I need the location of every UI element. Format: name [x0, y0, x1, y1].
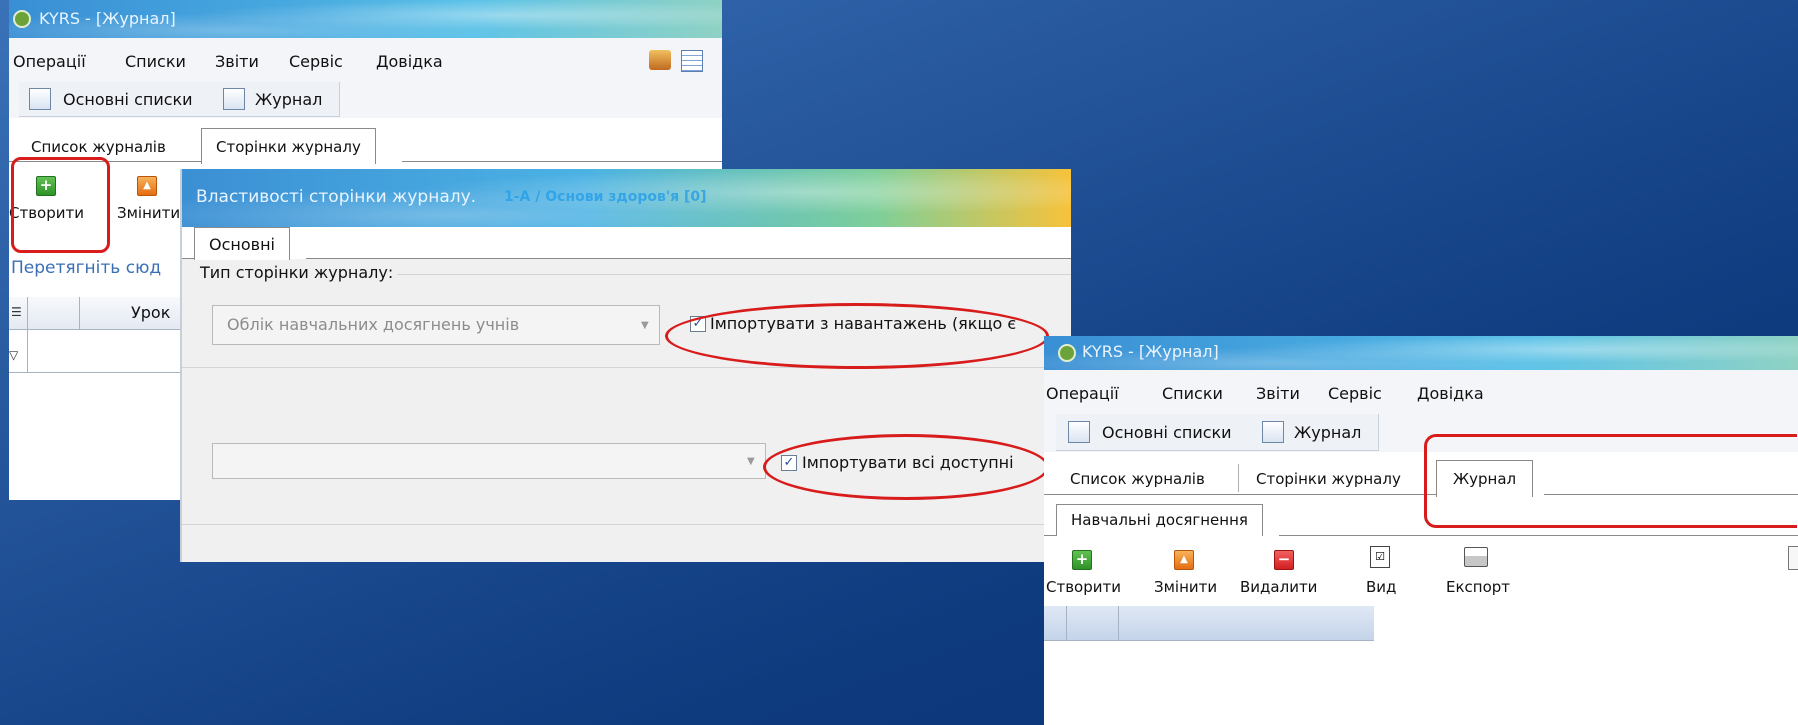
- grid-area-2: [1044, 606, 1798, 725]
- menu2-reports[interactable]: Звіти: [1256, 384, 1300, 403]
- dialog-tab-line-right: [306, 258, 1071, 259]
- dialog-title: Властивості сторінки журналу.: [196, 187, 477, 207]
- tab-journal-list[interactable]: Список журналів: [31, 138, 166, 156]
- highlight-create-button: [11, 157, 110, 253]
- tab-journal-pages[interactable]: Сторінки журналу: [201, 128, 376, 164]
- highlight-journal-tab: [1424, 434, 1797, 528]
- filter-icon[interactable]: ▽: [9, 348, 18, 362]
- window-titlebar: KYRS - [Журнал]: [9, 0, 722, 38]
- printer-icon[interactable]: [1464, 547, 1488, 567]
- column-header-lesson[interactable]: Урок: [131, 303, 170, 322]
- main-lists-icon-2[interactable]: [1068, 421, 1090, 443]
- dialog-tab-line: [182, 258, 194, 259]
- journal-button-2[interactable]: Журнал: [1294, 423, 1361, 442]
- app-logo-icon: [13, 10, 31, 28]
- tab2-journal-list[interactable]: Список журналів: [1070, 470, 1205, 488]
- kyrs-window-second: KYRS - [Журнал] Операції Списки Звіти Се…: [1044, 336, 1798, 725]
- view-button[interactable]: Вид: [1366, 578, 1396, 596]
- menu-bar: Операції Списки Звіти Сервіс Довідка Осн…: [9, 38, 722, 118]
- books-icon[interactable]: [649, 50, 671, 70]
- main-lists-button-2[interactable]: Основні списки: [1102, 423, 1232, 442]
- grid-header-2: [1044, 606, 1374, 641]
- page-type-combo[interactable]: Облік навчальних досягнень учнів ▼: [212, 305, 660, 345]
- edit-button[interactable]: Змінити: [117, 204, 180, 222]
- chevron-down-icon[interactable]: ▼: [641, 320, 649, 331]
- tab-separator: [1238, 464, 1239, 492]
- edit-icon[interactable]: ▲: [137, 176, 157, 196]
- tab-underline-right: [402, 161, 722, 162]
- main-lists-button[interactable]: Основні списки: [63, 90, 193, 109]
- journal-icon[interactable]: [223, 88, 245, 110]
- subtab-line-right: [1279, 535, 1798, 536]
- menu-operations[interactable]: Операції: [13, 52, 86, 71]
- menu-lists[interactable]: Списки: [125, 52, 186, 71]
- extra-tool-icon[interactable]: [1788, 546, 1798, 570]
- dialog-title-suffix: 1-А / Основи здоров'я [0]: [504, 189, 707, 205]
- main-lists-icon[interactable]: [29, 88, 51, 110]
- page-type-value: Облік навчальних досягнень учнів: [227, 315, 520, 334]
- menu-reports[interactable]: Звіти: [215, 52, 259, 71]
- quick-toolbar-2: Основні списки Журнал: [1056, 414, 1379, 451]
- menu-service[interactable]: Сервіс: [289, 52, 343, 71]
- tab2-underline: [1044, 494, 1436, 495]
- grid-separator: [27, 297, 28, 329]
- dialog-tab-strip-bg: [182, 227, 1071, 259]
- edit-icon-2[interactable]: ▲: [1174, 550, 1194, 570]
- grid2-separator-2: [1118, 606, 1119, 640]
- subtab-line: [1044, 535, 1056, 536]
- window-title: KYRS - [Журнал]: [39, 9, 176, 28]
- journal-icon-2[interactable]: [1262, 421, 1284, 443]
- grid-separator-2: [79, 297, 80, 329]
- journal-button[interactable]: Журнал: [255, 90, 322, 109]
- filter-separator: [27, 330, 28, 372]
- list-view-icon[interactable]: [681, 50, 703, 72]
- tab-main[interactable]: Основні: [194, 227, 290, 260]
- delete-button[interactable]: Видалити: [1240, 578, 1317, 596]
- highlight-import-all: [763, 434, 1049, 500]
- tab2-journal-pages[interactable]: Сторінки журналу: [1256, 470, 1401, 488]
- groupbox-divider-2: [182, 524, 1071, 525]
- dialog-content: Основні Тип сторінки журналу: Облік навч…: [182, 227, 1071, 562]
- window2-titlebar: KYRS - [Журнал]: [1044, 336, 1798, 370]
- quick-toolbar: Основні списки Журнал: [19, 82, 340, 117]
- menu2-help[interactable]: Довідка: [1417, 384, 1484, 403]
- subtab-achievements[interactable]: Навчальні досягнення: [1056, 504, 1263, 536]
- chevron-down-icon-2[interactable]: ▼: [747, 456, 755, 467]
- group-drag-hint: Перетягніть сюд: [11, 258, 162, 278]
- highlight-import-loads: [665, 303, 1049, 369]
- view-icon[interactable]: ☑: [1370, 546, 1390, 568]
- grid2-separator: [1066, 606, 1067, 640]
- groupbox-divider: [182, 367, 1071, 368]
- column-chooser-icon[interactable]: ☰: [11, 305, 22, 319]
- secondary-combo[interactable]: ▼: [212, 443, 766, 479]
- menu2-service[interactable]: Сервіс: [1328, 384, 1382, 403]
- menu2-lists[interactable]: Списки: [1162, 384, 1223, 403]
- create-button-2[interactable]: Створити: [1046, 578, 1121, 596]
- create-plus-icon-2[interactable]: +: [1072, 550, 1092, 570]
- menu-help[interactable]: Довідка: [376, 52, 443, 71]
- menu2-operations[interactable]: Операції: [1046, 384, 1119, 403]
- app-logo-icon-2: [1058, 344, 1076, 362]
- dialog-titlebar: Властивості сторінки журналу. 1-А / Осно…: [182, 169, 1071, 227]
- page-type-label: Тип сторінки журналу:: [200, 263, 394, 282]
- delete-icon[interactable]: −: [1274, 550, 1294, 570]
- window2-title: KYRS - [Журнал]: [1082, 342, 1219, 361]
- groupbox-line: [397, 274, 1071, 275]
- edit-button-2[interactable]: Змінити: [1154, 578, 1217, 596]
- export-button[interactable]: Експорт: [1446, 578, 1510, 596]
